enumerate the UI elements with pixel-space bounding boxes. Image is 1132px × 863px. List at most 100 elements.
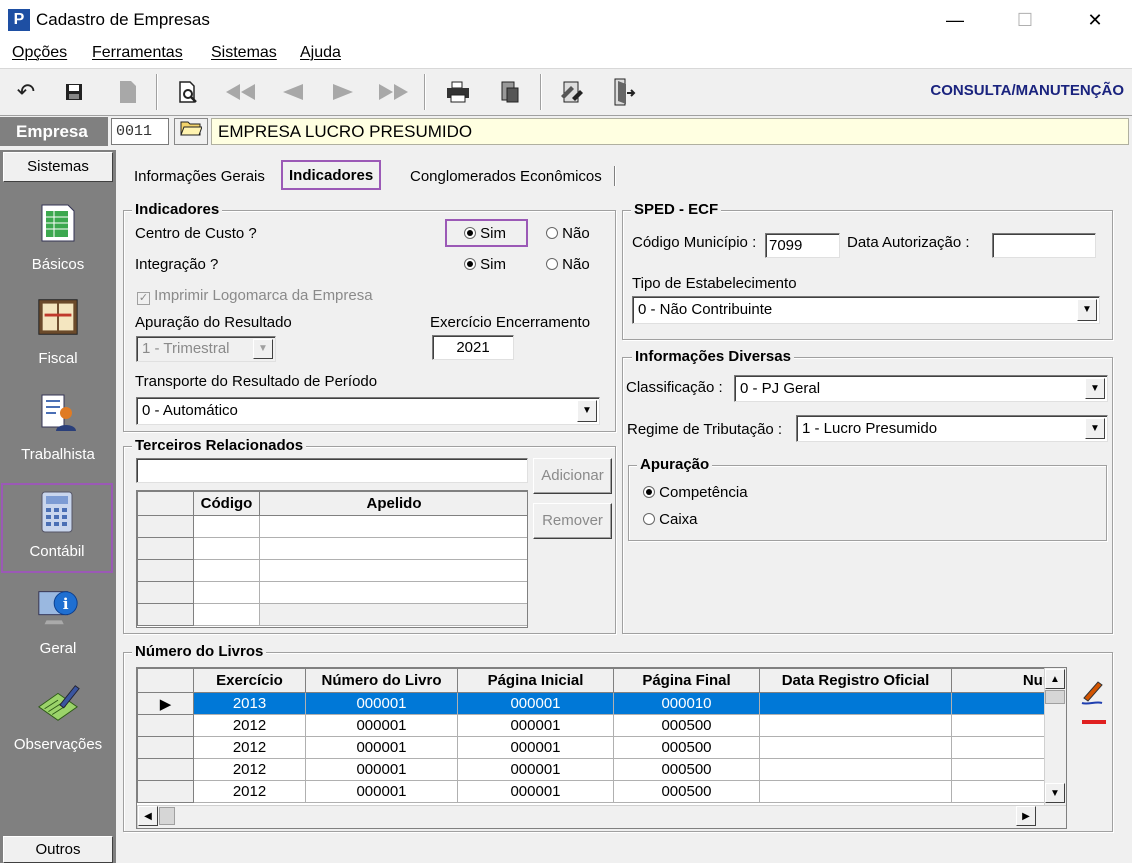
save-icon[interactable] — [56, 74, 92, 110]
integracao-sim-radio[interactable]: Sim — [464, 256, 506, 273]
remover-button[interactable]: Remover — [533, 503, 612, 539]
tipo-estabelecimento-select[interactable]: 0 - Não Contribuinte ▼ — [632, 296, 1100, 324]
menu-ajuda[interactable]: Ajuda — [300, 44, 341, 62]
previous-record-icon[interactable] — [274, 74, 310, 110]
sidebar-footer-outros[interactable]: Outros — [3, 836, 113, 863]
chevron-down-icon: ▼ — [1085, 418, 1105, 439]
centro-custo-nao-radio[interactable]: Não — [546, 225, 590, 242]
edit-pencil-icon[interactable] — [1080, 676, 1106, 706]
column-header-data-registro[interactable]: Data Registro Oficial — [759, 668, 952, 693]
next-record-icon[interactable] — [326, 74, 362, 110]
exercicio-encerramento-field[interactable]: 2021 — [432, 335, 514, 360]
logomarca-checkbox[interactable]: ✓ Imprimir Logomarca da Empresa — [137, 287, 373, 305]
cell-data-registro — [759, 780, 952, 803]
sped-title: SPED - ECF — [631, 201, 722, 218]
scroll-up-icon[interactable]: ▲ — [1045, 669, 1065, 689]
classificacao-select[interactable]: 0 - PJ Geral ▼ — [734, 375, 1108, 402]
sidebar-header-sistemas[interactable]: Sistemas — [3, 152, 113, 182]
tab-conglomerados[interactable]: Conglomerados Econômicos — [406, 163, 606, 190]
cell-exercicio: 2012 — [193, 758, 306, 781]
apuracao-resultado-label: Apuração do Resultado — [135, 314, 292, 331]
data-autorizacao-field[interactable] — [992, 233, 1096, 258]
tab-indicadores[interactable]: Indicadores — [281, 160, 382, 190]
menu-ferramentas[interactable]: Ferramentas — [92, 44, 183, 62]
centro-custo-sim-radio[interactable]: Sim — [464, 225, 506, 242]
info-monitor-icon: i — [35, 584, 81, 630]
remove-minus-icon[interactable] — [1082, 720, 1106, 724]
undo-icon[interactable]: ↶ — [8, 74, 44, 110]
sidebar-item-geral[interactable]: i Geral — [0, 584, 116, 672]
tab-informacoes-gerais[interactable]: Informações Gerais — [130, 163, 269, 190]
radio-label: Sim — [480, 225, 507, 242]
adicionar-button[interactable]: Adicionar — [533, 458, 612, 494]
table-row[interactable]: 2012 000001 000001 000500 — [137, 736, 1057, 759]
column-header-pagina-inicial[interactable]: Página Inicial — [457, 668, 614, 693]
scroll-thumb[interactable] — [1045, 690, 1065, 704]
terceiros-grid[interactable]: Código Apelido — [136, 490, 528, 628]
sidebar-item-observacoes[interactable]: Observações — [0, 680, 116, 768]
column-header-pagina-final[interactable]: Página Final — [613, 668, 760, 693]
tab-divider — [614, 166, 616, 186]
sidebar-item-label: Fiscal — [38, 350, 78, 367]
cell-numero — [951, 714, 1057, 737]
printer-icon[interactable] — [440, 74, 476, 110]
sidebar-item-contabil[interactable]: Contábil — [1, 483, 113, 573]
classificacao-label: Classificação : — [626, 379, 723, 396]
scroll-thumb[interactable] — [159, 807, 175, 825]
report-icon[interactable] — [492, 74, 528, 110]
table-row[interactable] — [137, 603, 527, 626]
calculator-icon — [34, 489, 80, 535]
table-row[interactable] — [137, 581, 527, 604]
first-record-icon[interactable] — [222, 74, 258, 110]
open-folder-icon — [180, 121, 203, 136]
row-indicator-header — [137, 668, 194, 693]
scroll-left-icon[interactable]: ◀ — [138, 806, 158, 826]
new-document-icon[interactable] — [110, 74, 146, 110]
maximize-button[interactable]: ☐ — [1002, 0, 1048, 40]
print-preview-icon[interactable] — [170, 74, 206, 110]
menu-opcoes[interactable]: Opções — [12, 44, 67, 62]
tools-icon[interactable] — [554, 74, 590, 110]
table-row[interactable]: ▶ 2013 000001 000001 000010 — [137, 692, 1057, 715]
sidebar-item-trabalhista[interactable]: Trabalhista — [0, 390, 116, 478]
apuracao-resultado-select[interactable]: 1 - Trimestral ▼ — [136, 336, 276, 362]
exit-door-icon[interactable] — [606, 74, 642, 110]
column-header-numero[interactable]: Nun — [951, 668, 1057, 693]
competencia-radio[interactable]: Competência — [643, 484, 748, 501]
regime-tributacao-select[interactable]: 1 - Lucro Presumido ▼ — [796, 415, 1108, 442]
column-header-exercicio[interactable]: Exercício — [193, 668, 306, 693]
table-row[interactable]: 2012 000001 000001 000500 — [137, 758, 1057, 781]
check-icon: ✓ — [137, 292, 150, 305]
table-row[interactable]: 2012 000001 000001 000500 — [137, 780, 1057, 803]
column-header-apelido[interactable]: Apelido — [259, 491, 527, 516]
indicadores-title: Indicadores — [132, 201, 223, 218]
scroll-right-icon[interactable]: ▶ — [1016, 806, 1036, 826]
minimize-button[interactable]: — — [932, 0, 978, 40]
sidebar-item-label: Geral — [39, 640, 77, 657]
open-folder-button[interactable] — [174, 118, 208, 145]
table-row[interactable] — [137, 537, 527, 560]
column-header-numero-livro[interactable]: Número do Livro — [305, 668, 458, 693]
sidebar-item-basicos[interactable]: Básicos — [0, 200, 116, 288]
table-row[interactable] — [137, 515, 527, 538]
empresa-code-field[interactable]: 0011 — [111, 118, 169, 145]
sidebar-item-fiscal[interactable]: Fiscal — [0, 294, 116, 382]
codigo-municipio-field[interactable]: 7099 — [765, 233, 840, 258]
table-row[interactable] — [137, 559, 527, 582]
menu-sistemas[interactable]: Sistemas — [211, 44, 277, 62]
close-button[interactable]: ✕ — [1072, 0, 1118, 40]
terceiros-search-field[interactable] — [136, 458, 528, 483]
integracao-nao-radio[interactable]: Não — [546, 256, 590, 273]
caixa-radio[interactable]: Caixa — [643, 511, 698, 528]
transporte-select[interactable]: 0 - Automático ▼ — [136, 397, 600, 425]
scroll-down-icon[interactable]: ▼ — [1045, 783, 1065, 803]
exercicio-encerramento-label: Exercício Encerramento — [430, 314, 591, 331]
last-record-icon[interactable] — [376, 74, 412, 110]
table-header-row: Exercício Número do Livro Página Inicial… — [137, 668, 1057, 693]
cell-exercicio: 2013 — [193, 692, 306, 715]
livros-horizontal-scrollbar[interactable] — [137, 805, 1066, 828]
column-header-codigo[interactable]: Código — [193, 491, 260, 516]
notes-pencil-icon — [35, 680, 81, 726]
table-row[interactable]: 2012 000001 000001 000500 — [137, 714, 1057, 737]
radio-label: Caixa — [659, 511, 698, 528]
